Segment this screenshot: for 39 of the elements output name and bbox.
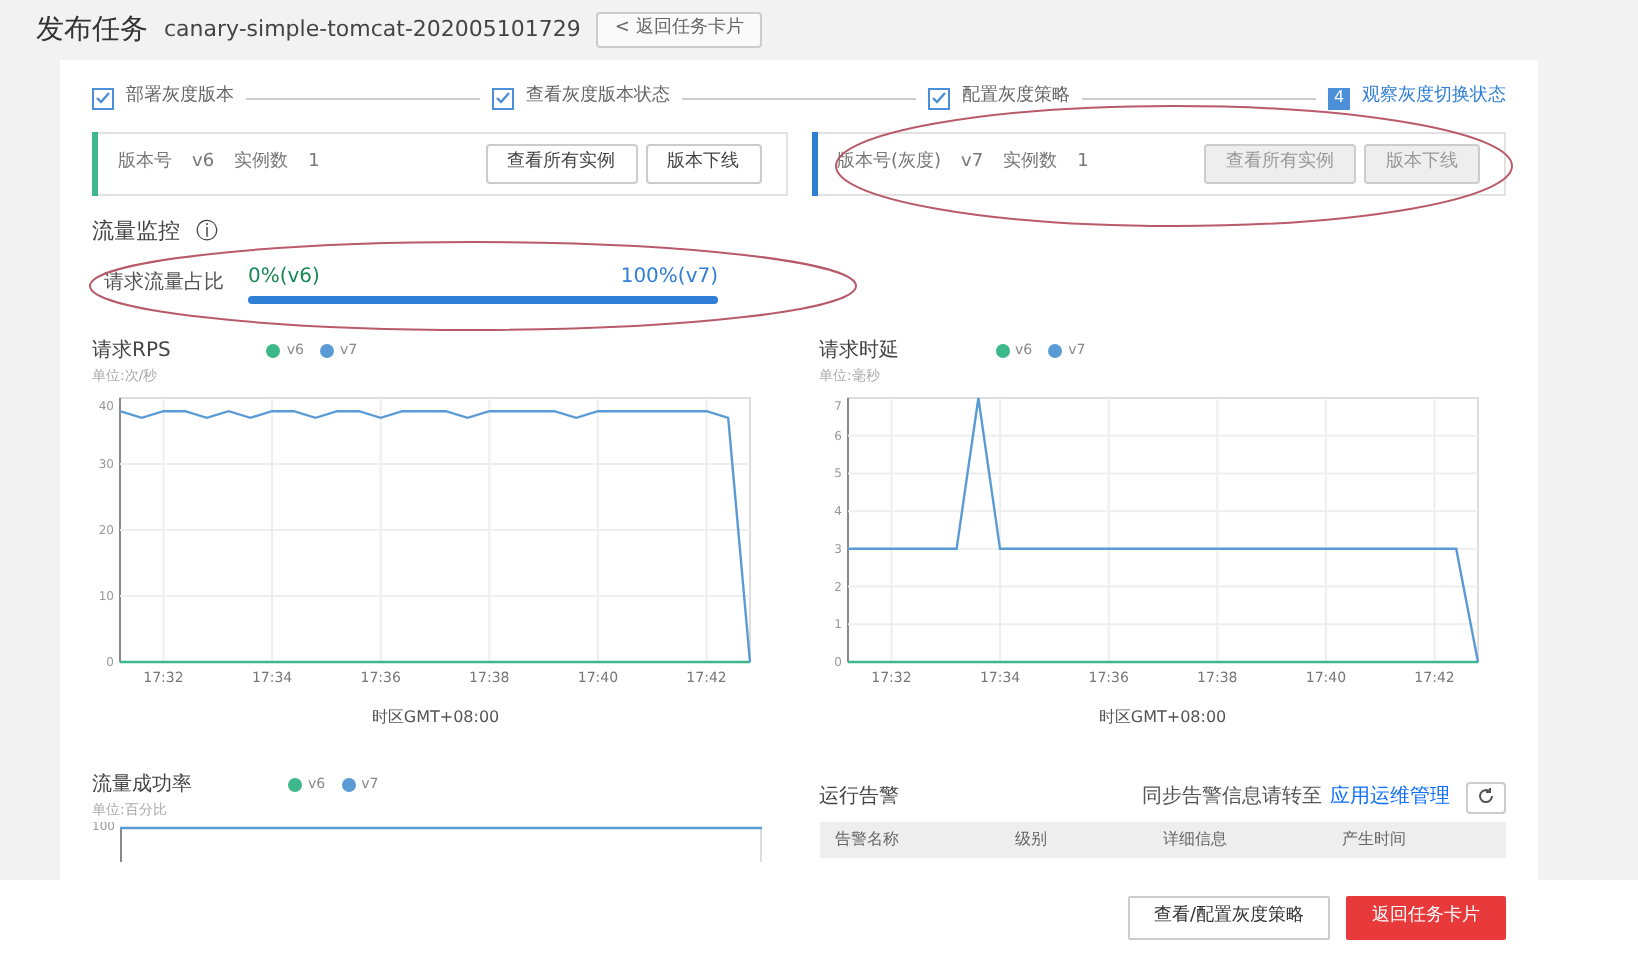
- page-title: 发布任务: [36, 11, 148, 49]
- chart-title: 流量成功率: [92, 771, 192, 800]
- version-value: v7: [961, 150, 984, 177]
- axis-title: 时区GMT+08:00: [1096, 706, 1229, 730]
- version-value: v6: [192, 150, 215, 177]
- refresh-button[interactable]: [1466, 782, 1506, 813]
- back-button[interactable]: < 返回任务卡片: [596, 12, 762, 48]
- instances-value: 1: [308, 150, 320, 177]
- v6-share: 0%(v6): [248, 263, 320, 291]
- strategy-button[interactable]: 查看/配置灰度策略: [1127, 896, 1330, 939]
- version-button[interactable]: 查看所有实例: [485, 144, 637, 184]
- task-name: canary-simple-tomcat-202005101729: [164, 13, 581, 46]
- version-button[interactable]: 版本下线: [645, 144, 761, 184]
- version-label: 版本号(灰度): [837, 150, 942, 177]
- chart-title: 请求时延: [819, 337, 899, 365]
- v7-share: 100%(v7): [620, 263, 718, 291]
- return-button[interactable]: 返回任务卡片: [1346, 896, 1506, 939]
- step-label[interactable]: 查看灰度版本状态: [526, 84, 670, 112]
- instances-label: 实例数: [1003, 150, 1058, 177]
- column-header: 级别: [998, 821, 1147, 857]
- version-label: 版本号: [118, 150, 172, 177]
- instances-value: 1: [1077, 150, 1089, 177]
- column-header: 告警名称: [819, 821, 999, 857]
- section-title: 流量监控: [92, 216, 180, 248]
- instances-label: 实例数: [234, 150, 289, 177]
- step-label[interactable]: 配置灰度策略: [962, 84, 1070, 112]
- column-header: 详细信息: [1146, 821, 1327, 857]
- info-icon: ⓘ: [196, 216, 218, 249]
- alarm-note: 同步告警信息请转至: [1142, 783, 1322, 813]
- column-header: 产生时间: [1326, 821, 1506, 857]
- ops-link[interactable]: 应用运维管理: [1330, 782, 1450, 813]
- section-title: 运行告警: [819, 783, 899, 813]
- chart-title: 请求RPS: [92, 337, 171, 365]
- step-label[interactable]: 观察灰度切换状态: [1362, 84, 1506, 112]
- step-label[interactable]: 部署灰度版本: [126, 84, 234, 112]
- refresh-icon: [1476, 785, 1496, 806]
- ratio-label: 请求流量占比: [104, 269, 224, 297]
- step-number: 4: [1328, 87, 1350, 109]
- axis-title: 时区GMT+08:00: [369, 706, 502, 730]
